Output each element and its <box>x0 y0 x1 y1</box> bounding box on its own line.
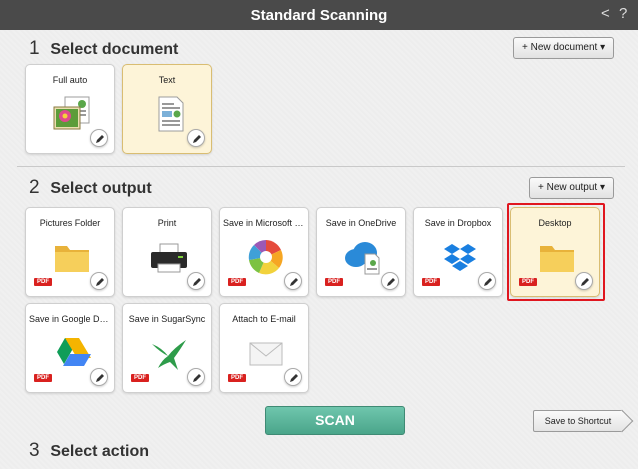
section-label: Select document <box>50 41 179 58</box>
edit-pencil-icon[interactable] <box>90 368 108 386</box>
title-bar: Standard Scanning < ? <box>0 0 638 30</box>
edit-pencil-icon[interactable] <box>187 129 205 147</box>
section-number: 3 <box>29 440 40 461</box>
tile-label: Save in OneDrive <box>325 218 397 228</box>
section-label: Select action <box>50 443 150 460</box>
section-select-output-title: 2 Select output <box>29 177 152 199</box>
section-number: 2 <box>29 177 40 198</box>
folder-icon <box>540 246 574 272</box>
pdf-badge: PDF <box>325 278 343 286</box>
tile-label: Full auto <box>52 75 88 85</box>
sugarsync-icon <box>152 340 186 370</box>
pdf-badge: PDF <box>228 278 246 286</box>
window-title: Standard Scanning <box>250 7 388 24</box>
back-icon[interactable]: < <box>601 5 610 22</box>
photo-icon <box>53 96 90 130</box>
email-envelope-icon <box>249 342 283 366</box>
save-to-shortcut-label: Save to Shortcut <box>544 416 612 426</box>
help-icon[interactable]: ? <box>619 5 627 22</box>
pdf-badge: PDF <box>34 374 52 382</box>
tile-label: Desktop <box>538 218 572 228</box>
microsoft-sharepoint-icon <box>248 240 283 275</box>
output-tile-desktop[interactable]: Desktop PDF <box>510 207 600 297</box>
pdf-badge: PDF <box>228 374 246 382</box>
save-to-shortcut-button[interactable]: Save to Shortcut <box>533 410 623 432</box>
tile-label: Save in Dropbox <box>424 218 492 228</box>
edit-pencil-icon[interactable] <box>187 272 205 290</box>
output-tile-save-in-microsoft[interactable]: Save in Microsoft S... PDF <box>219 207 309 297</box>
tile-label: Print <box>157 218 177 228</box>
text-document-icon <box>158 96 184 132</box>
edit-pencil-icon[interactable] <box>478 272 496 290</box>
tile-label: Attach to E-mail <box>232 314 296 324</box>
google-drive-icon <box>57 338 91 366</box>
new-document-button[interactable]: + New document ▾ <box>513 37 615 59</box>
edit-pencil-icon[interactable] <box>284 272 302 290</box>
output-tile-save-in-dropbox[interactable]: Save in Dropbox PDF <box>413 207 503 297</box>
pdf-badge: PDF <box>519 278 537 286</box>
tile-label: Save in SugarSync <box>128 314 206 324</box>
document-tile-full-auto[interactable]: Full auto <box>25 64 115 154</box>
main-panel: 1 Select document + New document ▾ Full … <box>0 30 638 469</box>
tile-label: Pictures Folder <box>39 218 101 228</box>
tile-label: Text <box>158 75 176 85</box>
document-tile-text[interactable]: Text <box>122 64 212 154</box>
new-output-button[interactable]: + New output ▾ <box>529 177 615 199</box>
output-tile-attach-to-email[interactable]: Attach to E-mail PDF <box>219 303 309 393</box>
onedrive-icon <box>345 242 380 275</box>
output-tile-print[interactable]: Print <box>122 207 212 297</box>
scan-button[interactable]: SCAN <box>265 406 405 435</box>
folder-icon <box>55 246 89 272</box>
printer-icon <box>151 243 187 273</box>
section-select-action-title: 3 Select action <box>29 440 149 462</box>
dropbox-icon <box>444 244 476 271</box>
output-tile-save-in-sugarsync[interactable]: Save in SugarSync PDF <box>122 303 212 393</box>
section-divider <box>17 166 625 167</box>
section-number: 1 <box>29 38 40 59</box>
pdf-badge: PDF <box>422 278 440 286</box>
output-tile-save-in-google-drive[interactable]: Save in Google Dri... PDF <box>25 303 115 393</box>
edit-pencil-icon[interactable] <box>187 368 205 386</box>
pdf-badge: PDF <box>131 374 149 382</box>
section-label: Select output <box>50 180 152 197</box>
section-select-document-title: 1 Select document <box>29 38 178 60</box>
edit-pencil-icon[interactable] <box>90 129 108 147</box>
output-tile-save-in-onedrive[interactable]: Save in OneDrive PDF <box>316 207 406 297</box>
tile-label: Save in Microsoft S... <box>223 218 305 228</box>
tile-label: Save in Google Dri... <box>29 314 111 324</box>
edit-pencil-icon[interactable] <box>575 272 593 290</box>
pdf-badge: PDF <box>34 278 52 286</box>
edit-pencil-icon[interactable] <box>90 272 108 290</box>
edit-pencil-icon[interactable] <box>284 368 302 386</box>
output-tile-pictures-folder[interactable]: Pictures Folder PDF <box>25 207 115 297</box>
edit-pencil-icon[interactable] <box>381 272 399 290</box>
